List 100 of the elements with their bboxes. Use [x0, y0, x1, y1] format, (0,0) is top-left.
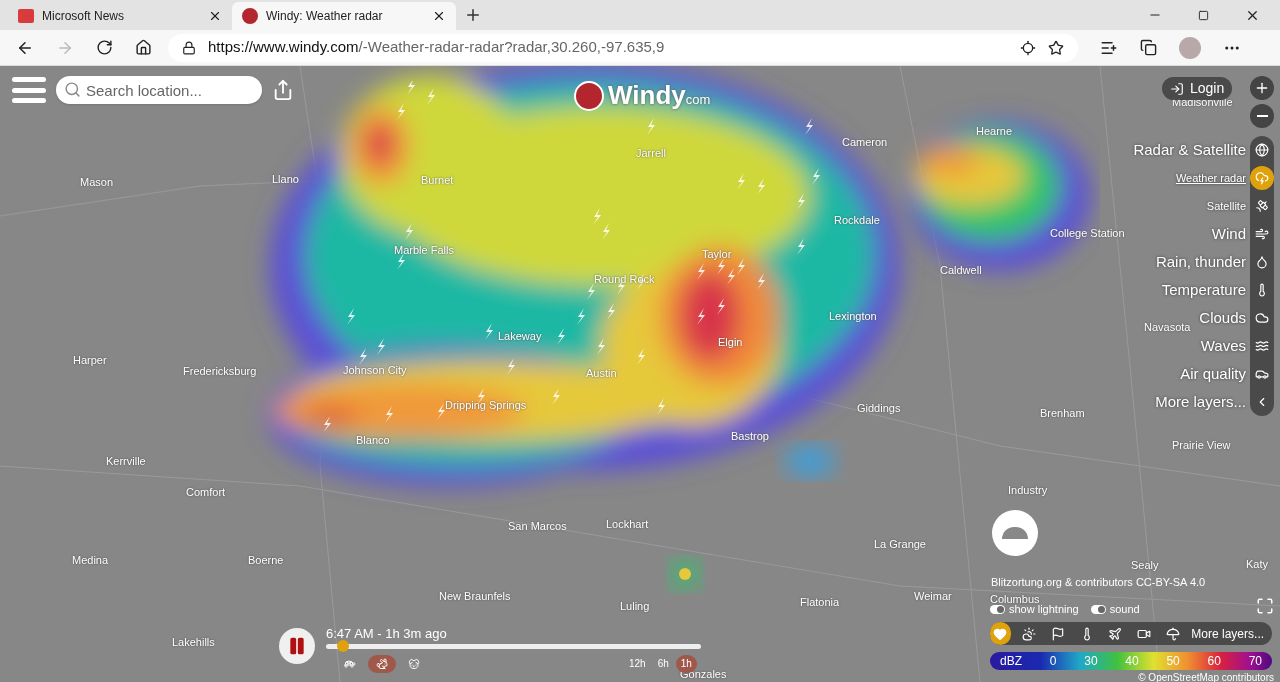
city-label: Dripping Springs — [445, 398, 527, 413]
collections-icon[interactable] — [1140, 39, 1157, 56]
city-label: Johnson City — [343, 363, 407, 378]
zoom-out-button[interactable] — [1250, 104, 1274, 128]
address-bar[interactable]: https://www.windy.com/-Weather-radar-radar?radar,30.260,-97.635,9 — [168, 33, 1078, 62]
minus-icon — [1256, 115, 1268, 117]
browser-tab[interactable]: Windy: Weather radar — [232, 2, 456, 30]
plus-icon — [1254, 80, 1270, 96]
city-label: Lockhart — [606, 517, 649, 532]
city-label: Caldwell — [940, 263, 982, 278]
city-label: Flatonia — [800, 595, 840, 610]
fullscreen-icon[interactable] — [1256, 597, 1274, 615]
city-label: Austin — [586, 366, 617, 381]
maximize-icon[interactable] — [1198, 9, 1209, 21]
time-range-option[interactable]: 1h — [675, 655, 697, 673]
news-logo-icon — [18, 9, 34, 23]
home-icon[interactable] — [135, 39, 152, 56]
tab-title: Windy: Weather radar — [266, 8, 384, 25]
city-label: Brenham — [1040, 406, 1085, 421]
star-icon[interactable] — [1048, 39, 1064, 56]
attribution-text: Blitzortung.org & contributors CC-BY-SA 4.0 — [991, 575, 1206, 590]
search-icon — [64, 81, 81, 98]
rain-spot-drawing — [785, 446, 835, 476]
layer-menu-item[interactable]: Temperature — [1161, 278, 1246, 302]
layer-menu-item[interactable]: Satellite — [1206, 197, 1246, 215]
lightning-cloud-icon[interactable] — [1250, 166, 1274, 190]
rain-spot-drawing — [671, 560, 699, 588]
reload-icon[interactable] — [96, 39, 113, 56]
time-range-option[interactable]: 12h — [624, 655, 651, 673]
layer-menu-item[interactable]: More layers... — [1155, 390, 1246, 414]
city-label: Taylor — [702, 247, 732, 262]
city-label: Rockdale — [834, 213, 880, 228]
share-icon[interactable] — [272, 79, 294, 101]
city-label: Round Rock — [594, 272, 655, 287]
legend-label: 60 — [1207, 653, 1221, 670]
legend-label: 40 — [1125, 653, 1139, 670]
url-text: https://www.windy.com/-Weather-radar-radar?radar,30.260,-97.635,9 — [208, 37, 666, 58]
city-label: Burnet — [421, 173, 454, 188]
menu-icon[interactable] — [12, 77, 46, 103]
city-label: Sealy — [1131, 558, 1159, 573]
new-tab-icon[interactable] — [464, 6, 482, 24]
close-icon[interactable] — [432, 9, 446, 23]
city-label: Mason — [80, 175, 114, 190]
close-icon[interactable] — [208, 9, 222, 23]
login-icon — [1170, 81, 1184, 96]
city-label: Luling — [620, 599, 650, 614]
layer-menu-item[interactable]: Wind — [1211, 222, 1246, 246]
city-label: Blanco — [356, 433, 390, 448]
rabbit-icon[interactable] — [368, 655, 396, 673]
layer-menu-item[interactable]: Radar & Satellite — [1133, 138, 1246, 162]
city-label: San Marcos — [508, 519, 567, 534]
city-label: Boerne — [248, 553, 284, 568]
city-label: Navasota — [1144, 320, 1191, 335]
more-layers-link[interactable]: More layers... — [1191, 624, 1265, 643]
legend-label: 0 — [1049, 653, 1057, 670]
city-label: Columbus — [990, 592, 1040, 605]
legend-label: 50 — [1166, 653, 1180, 670]
search-field[interactable]: Search location... — [56, 76, 262, 104]
browser-tab[interactable]: Microsoft News — [8, 2, 232, 30]
lock-icon — [182, 40, 196, 55]
layer-menu-item[interactable]: Clouds — [1199, 306, 1246, 330]
city-label: Cameron — [842, 135, 888, 150]
layer-menu-item[interactable]: Weather radar — [1175, 169, 1246, 187]
city-label: Jarrell — [636, 146, 666, 161]
legend-label: 30 — [1084, 653, 1098, 670]
location-icon[interactable] — [1020, 39, 1036, 56]
city-label: Prairie View — [1172, 438, 1231, 453]
city-label: Bastrop — [731, 429, 769, 444]
logo-text: Windycom — [608, 79, 711, 112]
city-label: Hearne — [976, 124, 1013, 139]
layer-menu-item[interactable]: Air quality — [1180, 362, 1246, 386]
city-label: Kerrville — [106, 454, 146, 469]
pause-icon — [287, 636, 307, 656]
city-label: New Braunfels — [439, 589, 511, 604]
zoom-in-button[interactable] — [1250, 76, 1274, 100]
city-label: College Station — [1050, 226, 1125, 241]
city-label: Llano — [272, 172, 299, 187]
legend-label: 70 — [1248, 653, 1262, 670]
windy-logo-icon — [242, 8, 258, 24]
city-label: Lakehills — [172, 635, 215, 650]
emblem-icon — [992, 510, 1038, 556]
layer-menu-item[interactable]: Waves — [1200, 334, 1246, 358]
city-label: Comfort — [186, 485, 226, 500]
timeline-time: 6:47 AM - 1h 3m ago — [326, 625, 447, 643]
city-label: Harper — [73, 353, 107, 368]
city-label: Katy — [1246, 557, 1268, 572]
city-label: Weimar — [914, 589, 952, 604]
city-label: Elgin — [718, 335, 743, 350]
timeline-thumb[interactable] — [337, 640, 350, 652]
pause-button[interactable] — [279, 628, 315, 664]
toggle-label: sound — [1109, 602, 1140, 617]
toggle-switch[interactable] — [1090, 604, 1106, 614]
login-button[interactable]: Login — [1162, 77, 1233, 100]
city-label: Marble Falls — [394, 243, 454, 258]
layer-menu-item[interactable]: Rain, thunder — [1155, 250, 1246, 274]
toggle-switch[interactable] — [990, 604, 1005, 614]
city-label: Lexington — [829, 309, 877, 324]
time-range-option[interactable]: 6h — [652, 655, 674, 673]
map[interactable] — [0, 66, 1280, 682]
tab-title: Microsoft News — [42, 8, 125, 25]
